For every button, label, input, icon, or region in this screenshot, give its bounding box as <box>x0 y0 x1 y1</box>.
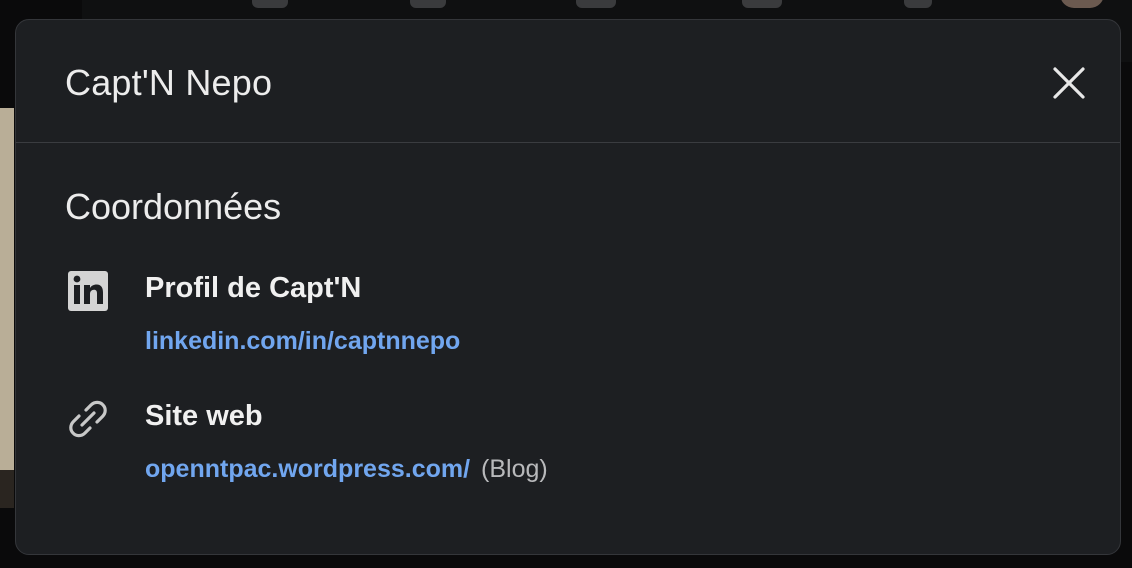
background-image-edge-dark <box>0 470 14 508</box>
close-button[interactable] <box>1048 62 1090 104</box>
dialog-title: Capt'N Nepo <box>65 62 273 103</box>
contact-item-website: Site web openntpac.wordpress.com/ (Blog) <box>65 398 765 498</box>
website-note: (Blog) <box>481 455 548 483</box>
linkedin-icon <box>68 271 108 311</box>
link-icon <box>69 400 107 438</box>
contact-label: Site web <box>145 400 263 432</box>
nav-notifications-icon[interactable] <box>904 0 932 8</box>
nav-home-icon[interactable] <box>252 0 288 8</box>
linkedin-profile-link[interactable]: linkedin.com/in/captnnepo <box>145 327 460 355</box>
background-image-edge <box>0 108 14 508</box>
nav-avatar[interactable] <box>1060 0 1104 8</box>
close-icon <box>1053 67 1085 99</box>
website-link[interactable]: openntpac.wordpress.com/ <box>145 455 470 483</box>
nav-jobs-icon[interactable] <box>576 0 616 8</box>
dialog-header: Capt'N Nepo <box>16 20 1120 143</box>
contact-info-dialog: Capt'N Nepo Coordonnées Profil de Capt'N… <box>15 19 1121 555</box>
nav-messaging-icon[interactable] <box>742 0 782 8</box>
contact-item-linkedin: Profil de Capt'N linkedin.com/in/captnne… <box>65 270 765 370</box>
contact-link-row: linkedin.com/in/captnnepo <box>145 327 460 356</box>
contact-label: Profil de Capt'N <box>145 272 362 304</box>
section-title: Coordonnées <box>65 186 282 227</box>
contact-link-row: openntpac.wordpress.com/ (Blog) <box>145 455 548 484</box>
nav-network-icon[interactable] <box>410 0 446 8</box>
